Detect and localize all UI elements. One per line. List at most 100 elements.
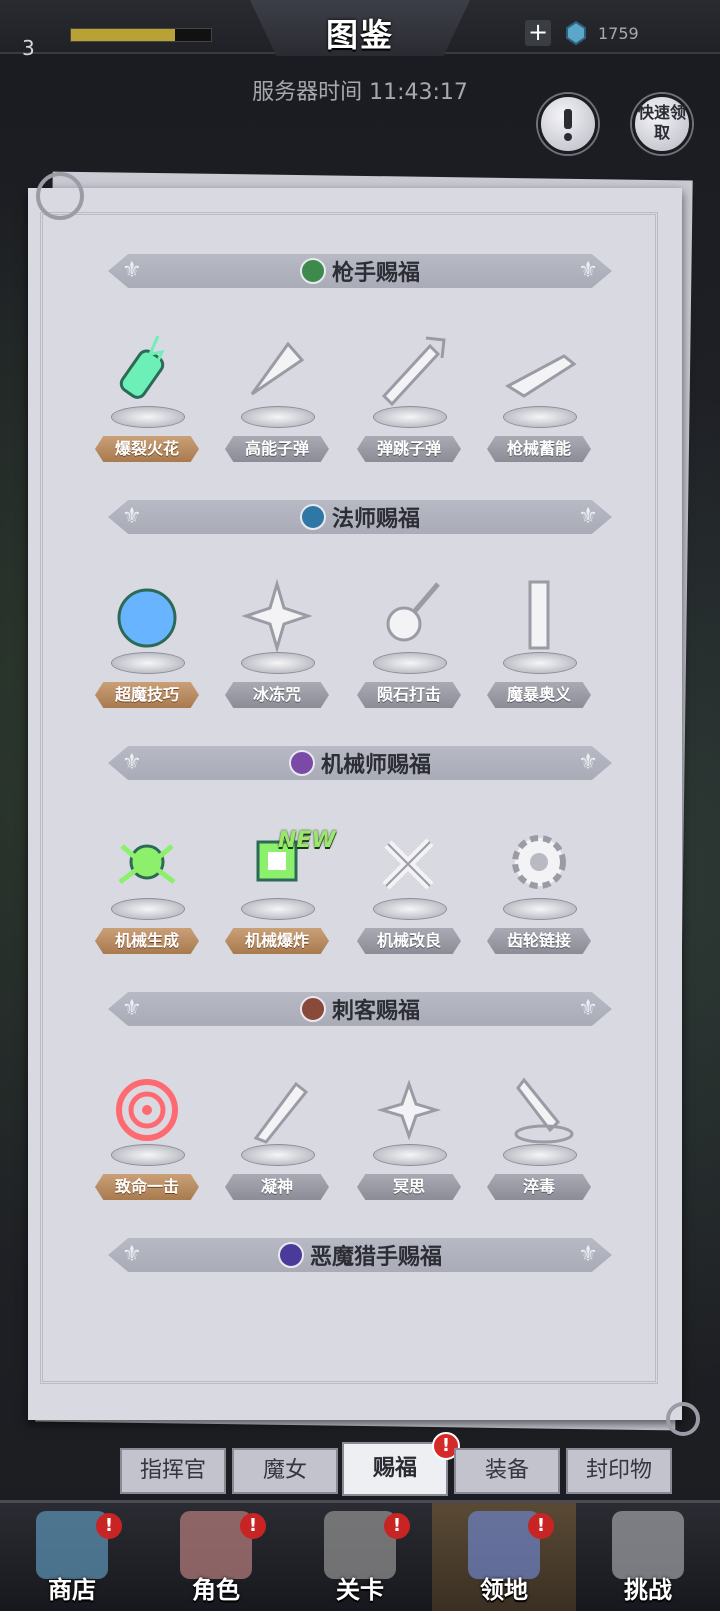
section-title: 恶魔猎手赐福 bbox=[309, 1245, 442, 1270]
skill-card[interactable]: 机械改良 bbox=[354, 816, 464, 956]
skill-name: 高能子弹 bbox=[225, 436, 329, 462]
skill-name: 机械爆炸 bbox=[225, 928, 329, 954]
skill-card[interactable]: 淬毒 bbox=[484, 1062, 594, 1202]
player-level: 3 bbox=[22, 36, 35, 60]
skill-name: 机械生成 bbox=[95, 928, 199, 954]
tab-3[interactable]: 装备 bbox=[454, 1448, 560, 1494]
skill-name: 冥思 bbox=[357, 1174, 461, 1200]
nav-item-3[interactable]: 领地! bbox=[432, 1503, 576, 1611]
nav-item-1[interactable]: 角色! bbox=[144, 1503, 288, 1611]
nav-alert-badge: ! bbox=[384, 1513, 410, 1539]
nav-alert-badge: ! bbox=[528, 1513, 554, 1539]
nav-label: 关卡 bbox=[336, 1576, 384, 1604]
spider-mech-icon bbox=[102, 816, 192, 908]
skill-card[interactable]: 陨石打击 bbox=[354, 570, 464, 710]
nav-alert-badge: ! bbox=[240, 1513, 266, 1539]
new-badge: NEW bbox=[278, 828, 336, 853]
xp-bar-fill bbox=[71, 29, 175, 41]
skill-name: 淬毒 bbox=[487, 1174, 591, 1200]
skill-card[interactable]: 爆裂火花 bbox=[92, 324, 202, 464]
nav-label: 领地 bbox=[480, 1576, 528, 1604]
paper-clip-icon bbox=[36, 172, 84, 220]
skill-name: 机械改良 bbox=[357, 928, 461, 954]
title-plate: 图鉴 bbox=[250, 0, 470, 56]
section-title: 枪手赐福 bbox=[331, 261, 420, 286]
purple-claw-icon bbox=[277, 1242, 304, 1268]
nav-label: 挑战 bbox=[624, 1576, 672, 1604]
skill-name: 陨石打击 bbox=[357, 682, 461, 708]
tab-4[interactable]: 封印物 bbox=[566, 1448, 672, 1494]
gear-icon bbox=[494, 816, 584, 908]
page-title: 图鉴 bbox=[325, 16, 394, 54]
skill-name: 凝神 bbox=[225, 1174, 329, 1200]
nav-label: 商店 bbox=[48, 1576, 96, 1604]
skill-name: 爆裂火花 bbox=[95, 436, 199, 462]
skill-card[interactable]: 弹跳子弹 bbox=[354, 324, 464, 464]
category-tabs: 指挥官 魔女 赐福! 装备 封印物 bbox=[120, 1432, 680, 1498]
exclamation-icon bbox=[564, 109, 572, 129]
poison-dagger-icon bbox=[494, 1062, 584, 1154]
tab-0[interactable]: 指挥官 bbox=[120, 1448, 226, 1494]
skill-name: 超魔技巧 bbox=[95, 682, 199, 708]
section-header: ⚜ ⚜ 刺客赐福 bbox=[108, 992, 612, 1026]
spark-bottle-icon bbox=[102, 324, 192, 416]
skill-name: 致命一击 bbox=[95, 1174, 199, 1200]
paper-clip-icon bbox=[666, 1402, 700, 1436]
bullet-icon bbox=[232, 324, 322, 416]
skill-card[interactable]: 致命一击 bbox=[92, 1062, 202, 1202]
skill-card[interactable]: 齿轮链接 bbox=[484, 816, 594, 956]
skill-card[interactable]: 超魔技巧 bbox=[92, 570, 202, 710]
skill-card[interactable]: 枪械蓄能 bbox=[484, 324, 594, 464]
kunai-icon bbox=[232, 1062, 322, 1154]
quick-claim-button[interactable]: 快速领取 bbox=[632, 94, 692, 154]
nav-item-4[interactable]: 挑战 bbox=[576, 1503, 720, 1611]
shuriken-icon bbox=[364, 1062, 454, 1154]
bottom-nav: 商店! 角色! 关卡! 领地! 挑战 bbox=[0, 1500, 720, 1611]
skill-name: 魔暴奥义 bbox=[487, 682, 591, 708]
section-header: ⚜ ⚜ 机械师赐福 bbox=[108, 746, 612, 780]
storm-pillar-icon bbox=[494, 570, 584, 662]
blue-wand-icon bbox=[299, 504, 326, 530]
skill-card[interactable]: 高能子弹 bbox=[222, 324, 332, 464]
arcane-orb-icon bbox=[102, 570, 192, 662]
purple-gear-icon bbox=[288, 750, 315, 776]
exclamation-dot bbox=[564, 133, 572, 141]
meteor-icon bbox=[364, 570, 454, 662]
rifle-icon bbox=[494, 324, 584, 416]
red-swirl-icon bbox=[299, 996, 326, 1022]
gem-count: 1759 bbox=[598, 24, 639, 43]
bounce-bullet-icon bbox=[364, 324, 454, 416]
add-gems-button[interactable]: + bbox=[525, 20, 551, 46]
nav-alert-badge: ! bbox=[96, 1513, 122, 1539]
nav-item-0[interactable]: 商店! bbox=[0, 1503, 144, 1611]
frost-icon bbox=[232, 570, 322, 662]
challenge-icon bbox=[612, 1511, 684, 1579]
tab-1[interactable]: 魔女 bbox=[232, 1448, 338, 1494]
skill-card[interactable]: 魔暴奥义 bbox=[484, 570, 594, 710]
section-title: 机械师赐福 bbox=[320, 753, 431, 778]
wrench-icon bbox=[364, 816, 454, 908]
skill-name: 齿轮链接 bbox=[487, 928, 591, 954]
top-bar: 3 图鉴 + 1759 bbox=[0, 0, 720, 60]
skill-card[interactable]: 冰冻咒 bbox=[222, 570, 332, 710]
nav-label: 角色 bbox=[192, 1576, 240, 1604]
target-icon bbox=[102, 1062, 192, 1154]
section-header: ⚜ ⚜ 法师赐福 bbox=[108, 500, 612, 534]
skill-name: 枪械蓄能 bbox=[487, 436, 591, 462]
green-gun-icon bbox=[299, 258, 326, 284]
skill-name: 冰冻咒 bbox=[225, 682, 329, 708]
skill-card[interactable]: 冥思 bbox=[354, 1062, 464, 1202]
section-header: ⚜ ⚜ 枪手赐福 bbox=[108, 254, 612, 288]
skill-card[interactable]: 凝神 bbox=[222, 1062, 332, 1202]
nav-item-2[interactable]: 关卡! bbox=[288, 1503, 432, 1611]
gem-icon bbox=[566, 20, 586, 46]
skill-name: 弹跳子弹 bbox=[357, 436, 461, 462]
skill-card[interactable]: 机械生成 bbox=[92, 816, 202, 956]
section-header: ⚜ ⚜ 恶魔猎手赐福 bbox=[108, 1238, 612, 1272]
server-time: 服务器时间 11:43:17 bbox=[252, 80, 468, 105]
info-button[interactable] bbox=[538, 94, 598, 154]
quick-claim-label: 快速领取 bbox=[637, 103, 686, 142]
section-title: 法师赐福 bbox=[331, 507, 420, 532]
xp-bar bbox=[70, 28, 212, 42]
section-title: 刺客赐福 bbox=[331, 999, 420, 1024]
